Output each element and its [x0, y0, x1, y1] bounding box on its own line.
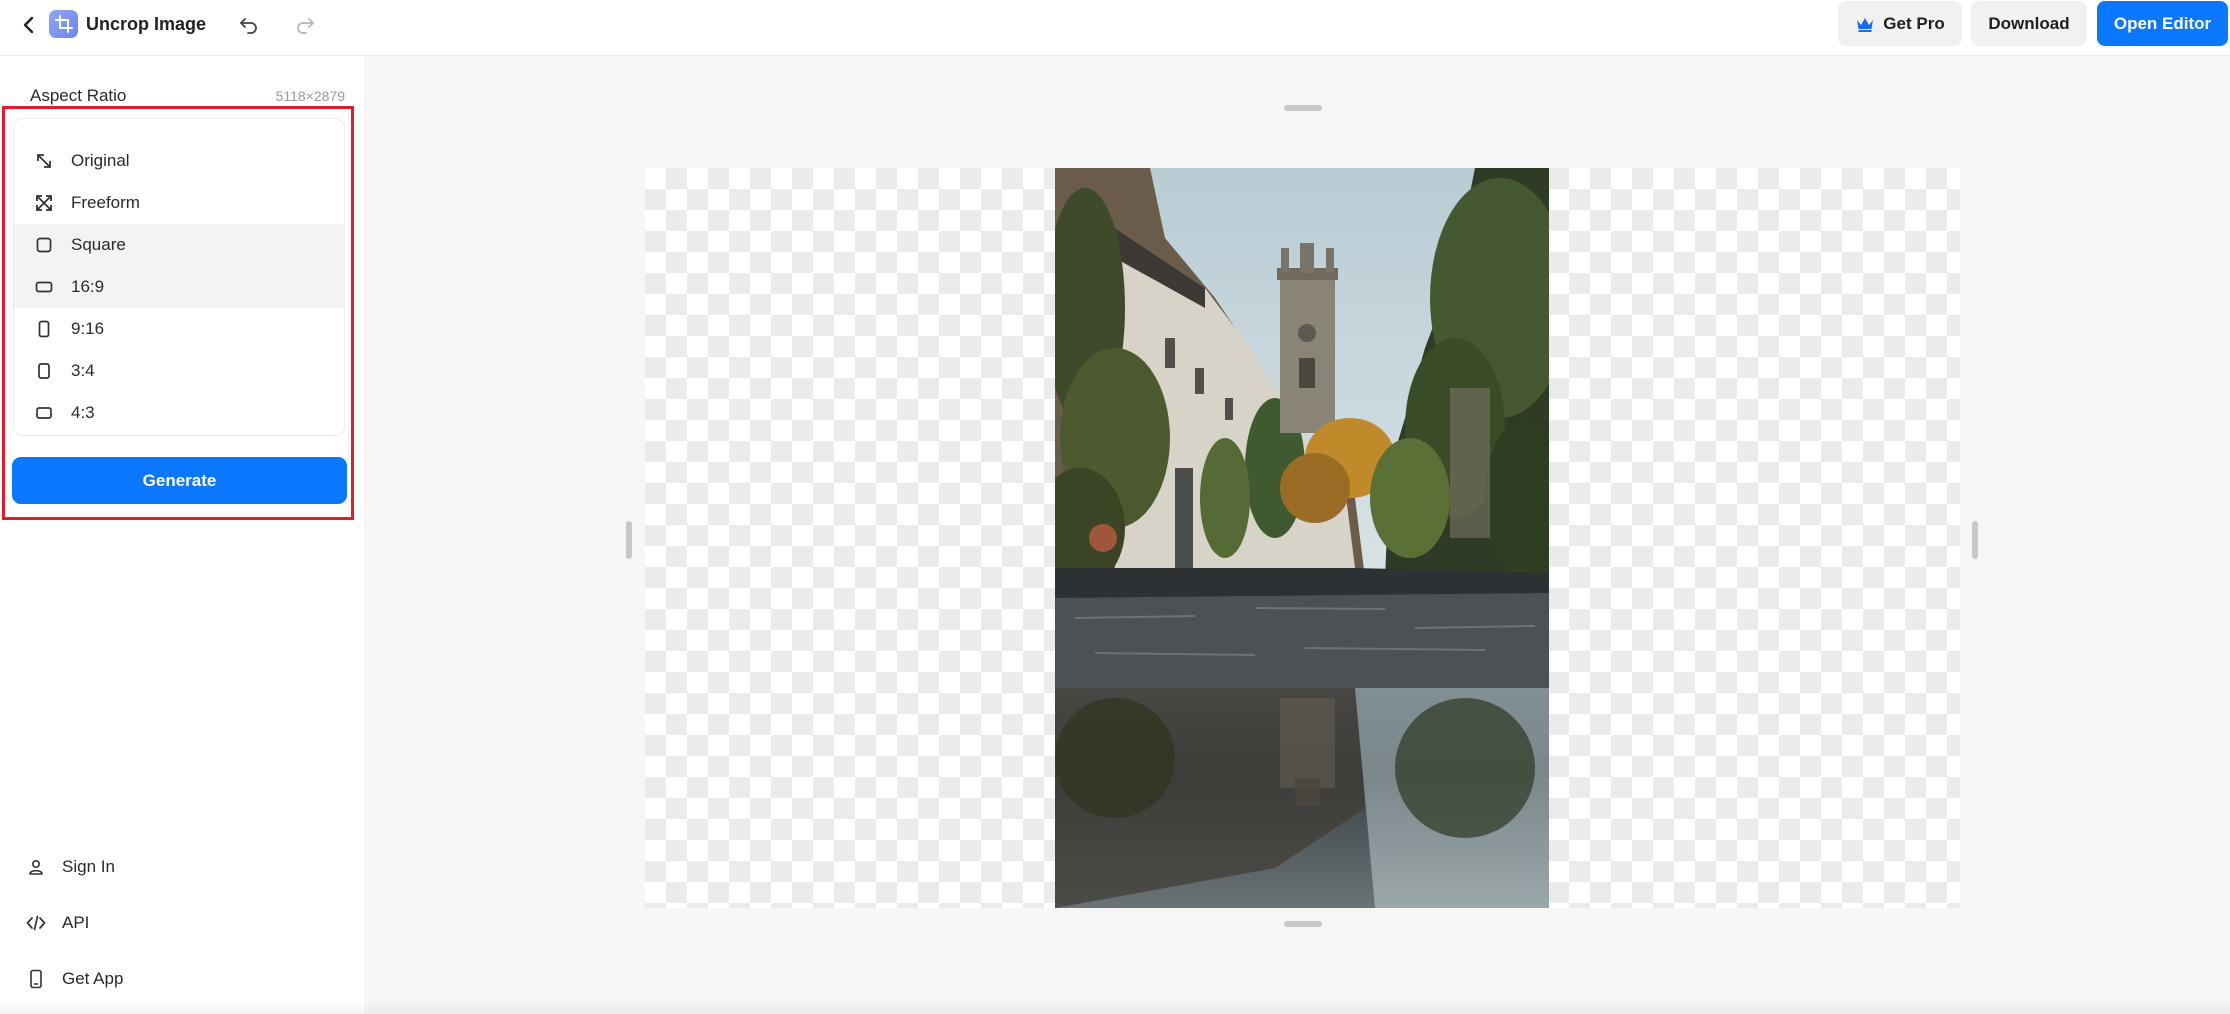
ratio-label: Freeform: [71, 193, 140, 212]
generate-button[interactable]: Generate: [12, 457, 347, 504]
get-pro-button[interactable]: Get Pro: [1838, 1, 1962, 46]
ratio-option-3-4[interactable]: 3:4: [14, 350, 344, 392]
ratio-option-original[interactable]: Original: [14, 140, 344, 182]
resize-handle-top[interactable]: [1284, 105, 1322, 111]
chevron-left-icon: [23, 16, 34, 34]
code-icon: [24, 915, 48, 931]
sign-in-label: Sign In: [62, 857, 115, 876]
redo-button[interactable]: [290, 10, 320, 40]
phone-icon: [24, 969, 48, 989]
undo-icon: [240, 18, 257, 34]
sidebar: Aspect Ratio 5118×2879 Original Freeform…: [0, 56, 366, 1014]
portrait-rect-icon: [34, 361, 54, 381]
expand-diagonal-icon: [34, 151, 54, 171]
aspect-ratio-list: Original Freeform Square 16:9 9:16 3:4 4…: [13, 118, 345, 436]
landscape-rect-icon: [34, 403, 54, 423]
user-icon: [24, 858, 48, 876]
ratio-option-16-9[interactable]: 16:9: [14, 266, 344, 308]
uploaded-photo: [1055, 168, 1549, 908]
back-button[interactable]: [14, 10, 44, 40]
sign-in-link[interactable]: Sign In: [24, 852, 324, 882]
top-bar: Uncrop Image Get Pro Download Open Edito…: [0, 0, 2230, 56]
ratio-option-freeform[interactable]: Freeform: [14, 182, 344, 224]
page-title: Uncrop Image: [86, 14, 207, 34]
square-icon: [34, 235, 54, 255]
resize-handle-bottom[interactable]: [1284, 921, 1322, 927]
crop-logo-icon: [49, 10, 78, 38]
get-pro-label: Get Pro: [1883, 13, 1945, 33]
resize-handle-left[interactable]: [626, 521, 632, 559]
resize-handle-right[interactable]: [1972, 521, 1978, 559]
get-app-label: Get App: [62, 969, 124, 988]
ratio-label: Original: [71, 151, 130, 170]
ratio-label: 16:9: [71, 277, 105, 296]
ratio-option-4-3[interactable]: 4:3: [14, 392, 344, 434]
ratio-label: 9:16: [71, 319, 105, 338]
undo-button[interactable]: [234, 10, 264, 40]
ratio-label: Square: [71, 235, 126, 254]
landscape-rect-icon: [34, 277, 54, 297]
portrait-rect-icon: [34, 319, 54, 339]
crown-icon: [1855, 16, 1875, 32]
api-label: API: [62, 913, 90, 932]
aspect-ratio-heading: Aspect Ratio: [30, 86, 127, 105]
app-root: Uncrop Image Get Pro Download Open Edito…: [0, 0, 2230, 1014]
open-editor-button[interactable]: Open Editor: [2097, 1, 2228, 46]
api-link[interactable]: API: [24, 908, 324, 938]
download-button[interactable]: Download: [1971, 1, 2087, 46]
ratio-option-square[interactable]: Square: [14, 224, 344, 266]
get-app-link[interactable]: Get App: [24, 964, 324, 994]
ratio-label: 4:3: [71, 403, 95, 422]
freeform-arrows-icon: [34, 193, 54, 213]
redo-icon: [297, 18, 314, 34]
ratio-label: 3:4: [71, 361, 95, 380]
ratio-option-9-16[interactable]: 9:16: [14, 308, 344, 350]
editor-canvas: [367, 56, 2230, 1014]
image-dimensions: 5118×2879: [275, 88, 345, 104]
